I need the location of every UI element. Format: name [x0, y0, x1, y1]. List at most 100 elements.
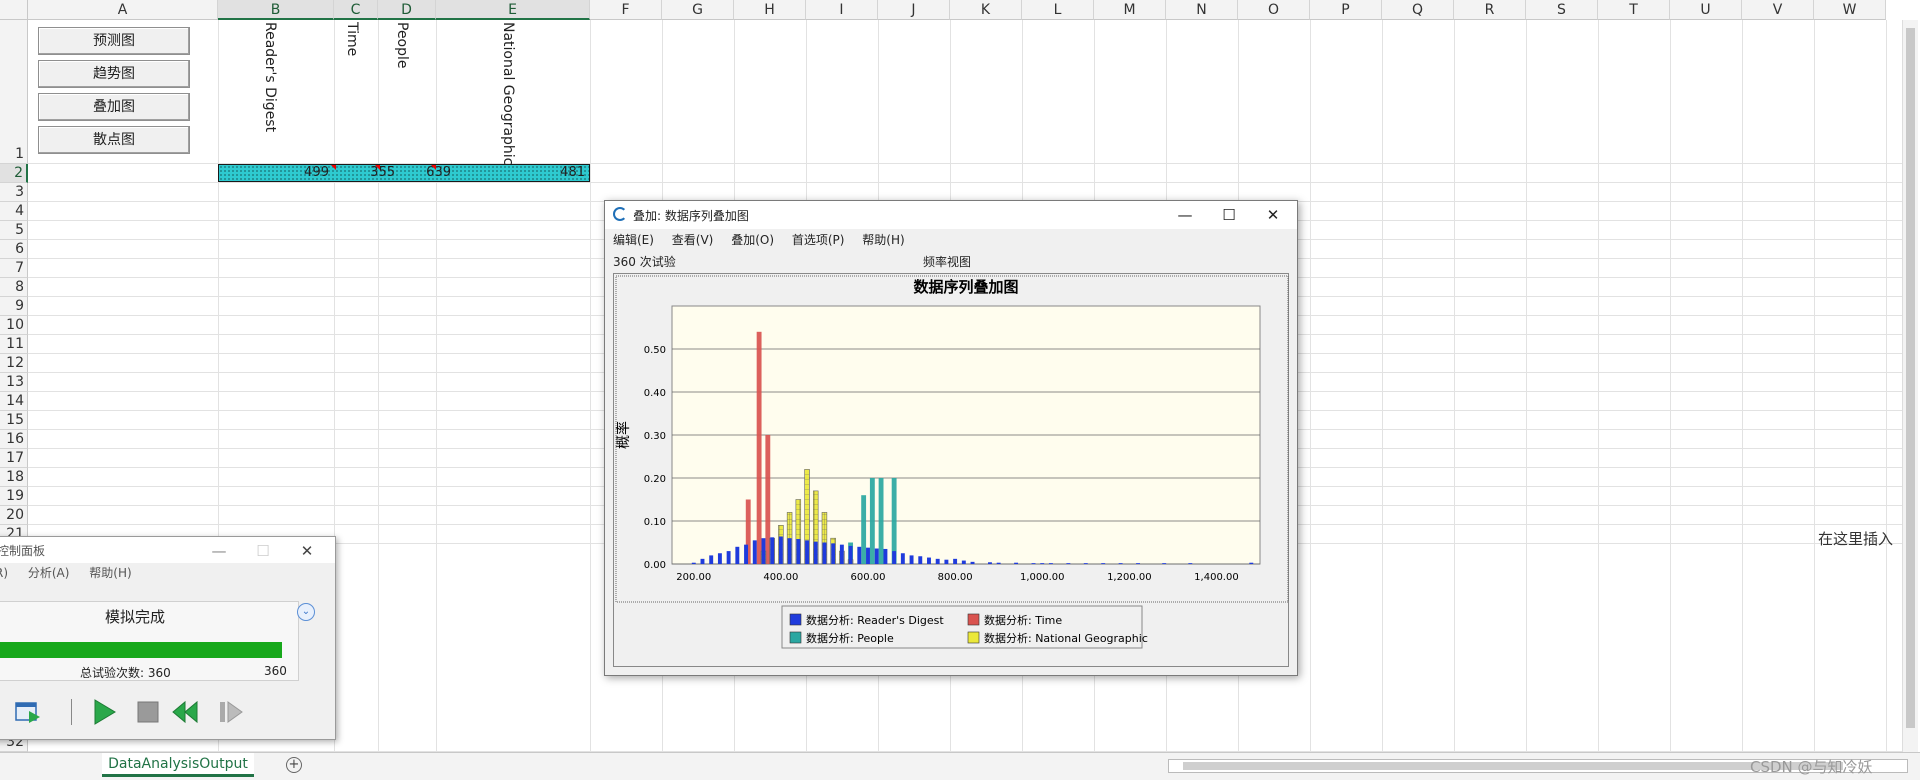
menu-overlay[interactable]: 叠加(O): [731, 233, 774, 247]
sheet-tab-bar: DataAnalysisOutput +: [0, 752, 1920, 780]
row-header-9[interactable]: 9: [0, 297, 28, 316]
add-sheet-icon[interactable]: +: [286, 757, 302, 773]
row-header-18[interactable]: 18: [0, 468, 28, 487]
vertical-scrollbar[interactable]: [1902, 20, 1918, 752]
column-header-k[interactable]: K: [950, 0, 1022, 20]
minimize-icon[interactable]: —: [197, 539, 241, 563]
overlay-chart-window[interactable]: 叠加: 数据序列叠加图 — ☐ ✕ 编辑(E) 查看(V) 叠加(O) 首选项(…: [604, 200, 1298, 676]
grid-line: [378, 20, 379, 752]
panel-titlebar[interactable]: 控制面板 — ☐ ✕: [0, 537, 335, 563]
row-header-2[interactable]: 2: [0, 164, 28, 183]
column-header-u[interactable]: U: [1670, 0, 1742, 20]
row-header-20[interactable]: 20: [0, 506, 28, 525]
scroll-thumb[interactable]: [1906, 28, 1915, 728]
column-header-c[interactable]: C: [334, 0, 378, 20]
menu-edit[interactable]: 编辑(E): [613, 233, 654, 247]
row-header-14[interactable]: 14: [0, 392, 28, 411]
close-icon[interactable]: ✕: [285, 539, 329, 563]
cell-c2[interactable]: 355: [343, 165, 395, 181]
sheet-tab-dataanalysisoutput[interactable]: DataAnalysisOutput: [102, 753, 254, 777]
column-header-w[interactable]: W: [1814, 0, 1886, 20]
bar: [869, 478, 875, 564]
comment-marker: [331, 165, 336, 170]
column-header-h[interactable]: H: [734, 0, 806, 20]
menu-run[interactable]: R): [0, 566, 8, 580]
column-header-p[interactable]: P: [1310, 0, 1382, 20]
bar: [1031, 563, 1036, 564]
trend-chart-button[interactable]: 趋势图: [38, 60, 190, 88]
reset-icon[interactable]: [171, 697, 201, 727]
column-header-v[interactable]: V: [1742, 0, 1814, 20]
row-header-6[interactable]: 6: [0, 240, 28, 259]
minimize-icon[interactable]: —: [1163, 203, 1207, 227]
row-header-5[interactable]: 5: [0, 221, 28, 240]
row-header-11[interactable]: 11: [0, 335, 28, 354]
row-header-4[interactable]: 4: [0, 202, 28, 221]
bar: [735, 546, 740, 564]
row-header-19[interactable]: 19: [0, 487, 28, 506]
row-header-13[interactable]: 13: [0, 373, 28, 392]
menu-analyze[interactable]: 分析(A): [28, 566, 70, 580]
cell-e2[interactable]: 481: [455, 165, 585, 181]
bar: [848, 545, 853, 564]
bar: [987, 562, 992, 564]
menu-view[interactable]: 查看(V): [672, 233, 714, 247]
column-header-f[interactable]: F: [590, 0, 662, 20]
column-header-q[interactable]: Q: [1382, 0, 1454, 20]
column-header-m[interactable]: M: [1094, 0, 1166, 20]
row-header-7[interactable]: 7: [0, 259, 28, 278]
forecast-chart-button[interactable]: 预测图: [38, 27, 190, 55]
column-header-s[interactable]: S: [1526, 0, 1598, 20]
row-header-8[interactable]: 8: [0, 278, 28, 297]
cell-d2[interactable]: 639: [395, 165, 451, 181]
row-header-12[interactable]: 12: [0, 354, 28, 373]
column-header-t[interactable]: T: [1598, 0, 1670, 20]
scroll-thumb[interactable]: [1183, 762, 1843, 770]
header-national-geographic[interactable]: National Geographic: [500, 22, 516, 165]
column-header-b[interactable]: B: [218, 0, 334, 20]
cell-b2[interactable]: 499: [269, 165, 329, 181]
menu-help[interactable]: 帮助(H): [89, 566, 131, 580]
column-header-j[interactable]: J: [878, 0, 950, 20]
row-header-10[interactable]: 10: [0, 316, 28, 335]
menu-preferences[interactable]: 首选项(P): [792, 233, 845, 247]
column-header-e[interactable]: E: [436, 0, 590, 20]
column-header-a[interactable]: A: [28, 0, 218, 20]
column-header-d[interactable]: D: [378, 0, 436, 20]
row-header-17[interactable]: 17: [0, 449, 28, 468]
window-title: 叠加: 数据序列叠加图: [633, 209, 749, 223]
column-header-n[interactable]: N: [1166, 0, 1238, 20]
window-titlebar[interactable]: 叠加: 数据序列叠加图 — ☐ ✕: [605, 201, 1297, 229]
expand-icon[interactable]: ⌄: [297, 603, 315, 621]
overlay-chart-button[interactable]: 叠加图: [38, 93, 190, 121]
close-icon[interactable]: ✕: [1251, 203, 1295, 227]
stop-icon[interactable]: [133, 697, 163, 727]
control-panel-window[interactable]: 控制面板 — ☐ ✕ R) 分析(A) 帮助(H) 模拟完成 总试验次数: 36…: [0, 536, 336, 740]
panel-toolbar: [0, 689, 337, 733]
select-all-corner[interactable]: [0, 0, 28, 20]
step-icon[interactable]: [217, 697, 247, 727]
menu-help[interactable]: 帮助(H): [862, 233, 904, 247]
column-header-l[interactable]: L: [1022, 0, 1094, 20]
row-header-3[interactable]: 3: [0, 183, 28, 202]
maximize-icon[interactable]: ☐: [1207, 203, 1251, 227]
column-header-r[interactable]: R: [1454, 0, 1526, 20]
x-tick-label: 400.00: [763, 572, 798, 583]
view-label[interactable]: 频率视图: [923, 253, 971, 270]
play-icon[interactable]: [89, 697, 119, 727]
row-header-15[interactable]: 15: [0, 411, 28, 430]
bar: [778, 536, 783, 564]
grid-line: [1670, 20, 1671, 752]
scatter-chart-button[interactable]: 散点图: [38, 126, 190, 154]
header-time[interactable]: Time: [344, 22, 360, 56]
header-people[interactable]: People: [394, 22, 410, 69]
row-header-1[interactable]: 1: [0, 20, 28, 164]
column-header-g[interactable]: G: [662, 0, 734, 20]
row-header-16[interactable]: 16: [0, 430, 28, 449]
selected-range-row2[interactable]: 499 355 639 481: [218, 164, 590, 182]
column-header-o[interactable]: O: [1238, 0, 1310, 20]
column-header-i[interactable]: I: [806, 0, 878, 20]
bar: [752, 540, 757, 564]
header-readers-digest[interactable]: Reader's Digest: [262, 22, 278, 132]
run-settings-icon[interactable]: [13, 697, 43, 727]
